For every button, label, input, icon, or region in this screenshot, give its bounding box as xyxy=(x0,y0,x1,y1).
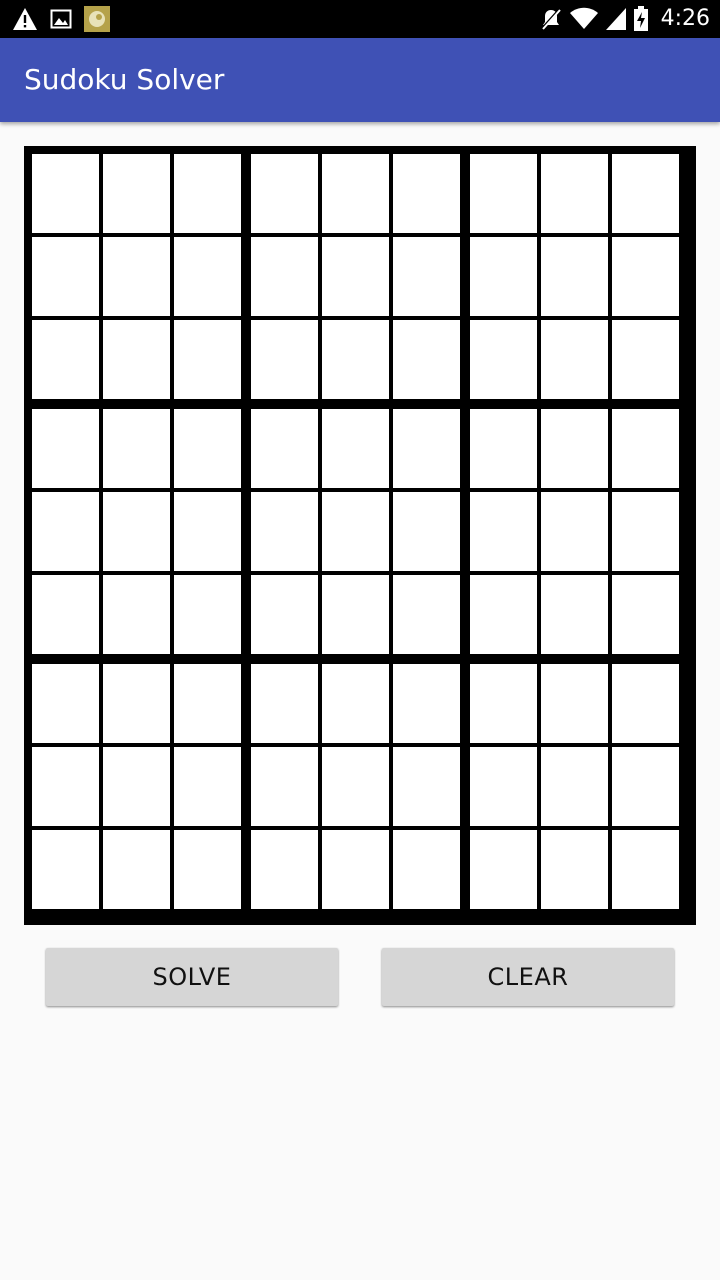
sudoku-cell-r3-c4[interactable] xyxy=(251,320,318,399)
sudoku-cell-r2-c2[interactable] xyxy=(103,237,170,316)
sudoku-cell-r4-c8[interactable] xyxy=(541,409,608,488)
sudoku-cell-r6-c3[interactable] xyxy=(174,575,241,654)
sudoku-cell-r5-c3[interactable] xyxy=(174,492,241,571)
sudoku-cell-r3-c9[interactable] xyxy=(612,320,679,399)
sudoku-cell-r7-c4[interactable] xyxy=(251,664,318,743)
sudoku-cell-r5-c9[interactable] xyxy=(612,492,679,571)
sudoku-cell-r3-c3[interactable] xyxy=(174,320,241,399)
sudoku-cell-r2-c3[interactable] xyxy=(174,237,241,316)
sudoku-cell-r2-c4[interactable] xyxy=(251,237,318,316)
sudoku-cell-r1-c3[interactable] xyxy=(174,154,241,233)
sudoku-cell-r3-c6[interactable] xyxy=(393,320,460,399)
sudoku-cell-r5-c2[interactable] xyxy=(103,492,170,571)
sudoku-cell-r8-c5[interactable] xyxy=(322,747,389,826)
sudoku-cell-r1-c6[interactable] xyxy=(393,154,460,233)
sudoku-cell-r5-c6[interactable] xyxy=(393,492,460,571)
sudoku-cell-r3-c7[interactable] xyxy=(470,320,537,399)
app-bar: Sudoku Solver xyxy=(0,38,720,122)
sudoku-grid xyxy=(24,146,696,925)
sudoku-cell-r8-c9[interactable] xyxy=(612,747,679,826)
sudoku-cell-r8-c2[interactable] xyxy=(103,747,170,826)
sudoku-cell-r1-c2[interactable] xyxy=(103,154,170,233)
sudoku-cell-r1-c5[interactable] xyxy=(322,154,389,233)
sudoku-cell-r7-c3[interactable] xyxy=(174,664,241,743)
sudoku-cell-r7-c1[interactable] xyxy=(32,664,99,743)
sudoku-cell-r9-c5[interactable] xyxy=(322,830,389,909)
sudoku-cell-r9-c7[interactable] xyxy=(470,830,537,909)
wifi-icon xyxy=(569,7,599,31)
sudoku-cell-r4-c7[interactable] xyxy=(470,409,537,488)
sudoku-cell-r5-c5[interactable] xyxy=(322,492,389,571)
sudoku-cell-r4-c9[interactable] xyxy=(612,409,679,488)
sudoku-cell-r7-c9[interactable] xyxy=(612,664,679,743)
sudoku-cell-r6-c6[interactable] xyxy=(393,575,460,654)
sudoku-cell-r7-c8[interactable] xyxy=(541,664,608,743)
sudoku-cell-r6-c7[interactable] xyxy=(470,575,537,654)
sudoku-cell-r5-c7[interactable] xyxy=(470,492,537,571)
signal-icon xyxy=(605,7,627,31)
sudoku-cell-r4-c1[interactable] xyxy=(32,409,99,488)
clear-button[interactable]: CLEAR xyxy=(382,948,674,1006)
sudoku-cell-r7-c6[interactable] xyxy=(393,664,460,743)
battery-icon xyxy=(633,6,649,32)
sudoku-cell-r8-c7[interactable] xyxy=(470,747,537,826)
sudoku-cell-r9-c4[interactable] xyxy=(251,830,318,909)
warning-icon xyxy=(12,7,38,31)
sudoku-cell-r9-c2[interactable] xyxy=(103,830,170,909)
sudoku-cell-r9-c9[interactable] xyxy=(612,830,679,909)
sudoku-cell-r4-c4[interactable] xyxy=(251,409,318,488)
sudoku-cell-r9-c3[interactable] xyxy=(174,830,241,909)
sudoku-cell-r4-c2[interactable] xyxy=(103,409,170,488)
sudoku-cell-r5-c1[interactable] xyxy=(32,492,99,571)
sudoku-cell-r8-c1[interactable] xyxy=(32,747,99,826)
sudoku-cell-r5-c4[interactable] xyxy=(251,492,318,571)
sudoku-cell-r1-c4[interactable] xyxy=(251,154,318,233)
app-notification-icon xyxy=(84,6,110,32)
sudoku-cell-r8-c3[interactable] xyxy=(174,747,241,826)
sudoku-cell-r9-c1[interactable] xyxy=(32,830,99,909)
sudoku-cell-r2-c9[interactable] xyxy=(612,237,679,316)
sudoku-cell-r6-c8[interactable] xyxy=(541,575,608,654)
sudoku-cell-r3-c2[interactable] xyxy=(103,320,170,399)
sudoku-cell-r5-c8[interactable] xyxy=(541,492,608,571)
sudoku-cell-r6-c1[interactable] xyxy=(32,575,99,654)
mute-icon xyxy=(539,6,563,32)
sudoku-cell-r1-c8[interactable] xyxy=(541,154,608,233)
sudoku-cell-r9-c8[interactable] xyxy=(541,830,608,909)
image-icon xyxy=(50,8,72,30)
sudoku-cell-r8-c6[interactable] xyxy=(393,747,460,826)
sudoku-cell-r6-c9[interactable] xyxy=(612,575,679,654)
sudoku-cell-r1-c9[interactable] xyxy=(612,154,679,233)
sudoku-cell-r4-c5[interactable] xyxy=(322,409,389,488)
status-time: 4:26 xyxy=(660,6,710,31)
status-right-icons: 4:26 xyxy=(539,5,710,33)
app-title: Sudoku Solver xyxy=(24,63,225,96)
sudoku-cell-r1-c1[interactable] xyxy=(32,154,99,233)
sudoku-cell-r1-c7[interactable] xyxy=(470,154,537,233)
sudoku-cell-r9-c6[interactable] xyxy=(393,830,460,909)
sudoku-cell-r4-c6[interactable] xyxy=(393,409,460,488)
sudoku-cell-r7-c2[interactable] xyxy=(103,664,170,743)
sudoku-cell-r2-c1[interactable] xyxy=(32,237,99,316)
status-left-icons xyxy=(12,6,110,32)
sudoku-cell-r3-c1[interactable] xyxy=(32,320,99,399)
sudoku-cell-r6-c5[interactable] xyxy=(322,575,389,654)
sudoku-cell-r2-c5[interactable] xyxy=(322,237,389,316)
sudoku-cell-r3-c5[interactable] xyxy=(322,320,389,399)
sudoku-cell-r4-c3[interactable] xyxy=(174,409,241,488)
sudoku-cell-r6-c4[interactable] xyxy=(251,575,318,654)
sudoku-cell-r7-c7[interactable] xyxy=(470,664,537,743)
sudoku-cell-r2-c8[interactable] xyxy=(541,237,608,316)
sudoku-cell-r8-c4[interactable] xyxy=(251,747,318,826)
sudoku-cell-r6-c2[interactable] xyxy=(103,575,170,654)
sudoku-cell-r7-c5[interactable] xyxy=(322,664,389,743)
solve-button[interactable]: SOLVE xyxy=(46,948,338,1006)
sudoku-cell-r2-c7[interactable] xyxy=(470,237,537,316)
status-bar: 4:26 xyxy=(0,0,720,38)
sudoku-cell-r8-c8[interactable] xyxy=(541,747,608,826)
sudoku-cell-r2-c6[interactable] xyxy=(393,237,460,316)
sudoku-cell-r3-c8[interactable] xyxy=(541,320,608,399)
